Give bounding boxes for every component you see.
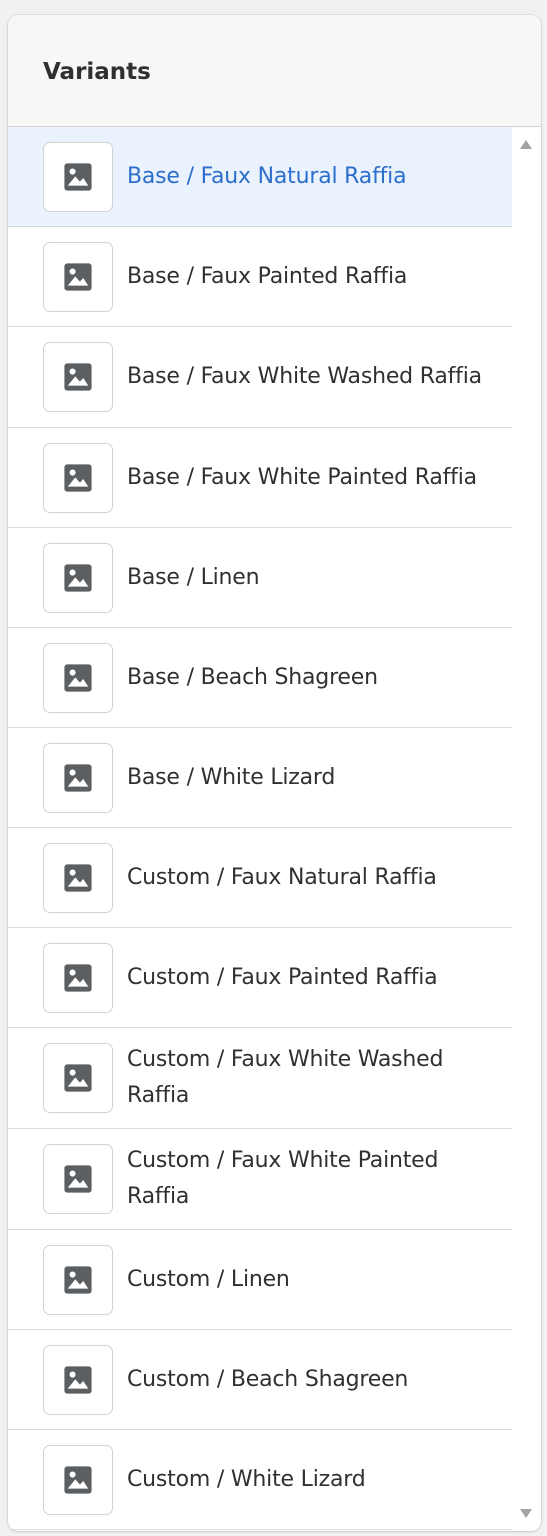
image-placeholder-icon xyxy=(62,1264,94,1296)
variants-card: Variants Base / Faux Natural Raffia Base … xyxy=(8,15,541,1531)
variant-row[interactable]: Base / Faux Natural Raffia xyxy=(8,127,512,227)
image-placeholder-icon xyxy=(62,662,94,694)
variant-thumbnail[interactable] xyxy=(43,342,113,412)
image-placeholder-icon xyxy=(62,562,94,594)
variant-thumbnail[interactable] xyxy=(43,643,113,713)
variant-row[interactable]: Base / Faux White Painted Raffia xyxy=(8,428,512,528)
variant-list: Base / Faux Natural Raffia Base / Faux Pa… xyxy=(8,127,512,1531)
image-placeholder-icon xyxy=(62,1464,94,1496)
variant-row[interactable]: Base / White Lizard xyxy=(8,728,512,828)
image-placeholder-icon xyxy=(62,462,94,494)
variant-label: Base / Faux White Washed Raffia xyxy=(127,364,482,389)
variant-label: Base / White Lizard xyxy=(127,764,336,790)
variant-label: Base / Faux Natural Raffia xyxy=(127,163,407,189)
card-header: Variants xyxy=(8,15,541,127)
scroll-up-arrow-icon[interactable] xyxy=(520,140,532,149)
image-placeholder-icon xyxy=(62,1062,94,1094)
variant-thumbnail[interactable] xyxy=(43,543,113,613)
variant-label: Base / Beach Shagreen xyxy=(127,664,378,690)
variant-label: Base / Linen xyxy=(127,564,260,590)
variant-thumbnail[interactable] xyxy=(43,1245,113,1315)
variant-row[interactable]: Base / Faux Painted Raffia xyxy=(8,227,512,327)
variant-label: Custom / Faux Natural Raffia xyxy=(127,864,437,890)
variant-thumbnail[interactable] xyxy=(43,443,113,513)
variant-thumbnail[interactable] xyxy=(43,242,113,312)
variant-label: Custom / Linen xyxy=(127,1266,290,1292)
variant-thumbnail[interactable] xyxy=(43,1144,113,1214)
variant-thumbnail[interactable] xyxy=(43,1043,113,1113)
variant-row[interactable]: Base / Faux White Washed Raffia xyxy=(8,327,512,428)
image-placeholder-icon xyxy=(62,1364,94,1396)
variant-thumbnail[interactable] xyxy=(43,943,113,1013)
variant-row[interactable]: Base / Beach Shagreen xyxy=(8,628,512,728)
variant-label: Custom / Beach Shagreen xyxy=(127,1366,409,1392)
variant-row[interactable]: Custom / Beach Shagreen xyxy=(8,1330,512,1430)
variant-thumbnail[interactable] xyxy=(43,142,113,212)
variant-row[interactable]: Custom / Linen xyxy=(8,1230,512,1330)
variant-label: Base / Faux White Painted Raffia xyxy=(127,464,477,490)
variant-label: Custom / Faux Painted Raffia xyxy=(127,964,438,990)
variant-row[interactable]: Custom / Faux Painted Raffia xyxy=(8,928,512,1028)
image-placeholder-icon xyxy=(62,762,94,794)
image-placeholder-icon xyxy=(62,862,94,894)
variant-label: Custom / Faux White Painted Raffia xyxy=(127,1148,439,1209)
scroll-down-arrow-icon[interactable] xyxy=(520,1509,532,1518)
variant-row[interactable]: Custom / Faux Natural Raffia xyxy=(8,828,512,928)
variant-label: Base / Faux Painted Raffia xyxy=(127,263,408,289)
variant-row[interactable]: Base / Linen xyxy=(8,528,512,628)
image-placeholder-icon xyxy=(62,361,94,393)
card-title: Variants xyxy=(43,59,151,85)
variant-thumbnail[interactable] xyxy=(43,843,113,913)
variant-row[interactable]: Custom / Faux White Painted Raffia xyxy=(8,1129,512,1230)
variant-row[interactable]: Custom / Faux White Washed Raffia xyxy=(8,1028,512,1129)
image-placeholder-icon xyxy=(62,261,94,293)
scrollbar[interactable] xyxy=(512,127,541,1531)
variant-row[interactable]: Custom / White Lizard xyxy=(8,1430,512,1530)
variant-thumbnail[interactable] xyxy=(43,743,113,813)
image-placeholder-icon xyxy=(62,161,94,193)
variant-thumbnail[interactable] xyxy=(43,1445,113,1515)
variant-label: Custom / Faux White Washed Raffia xyxy=(127,1047,444,1108)
variant-label: Custom / White Lizard xyxy=(127,1466,366,1492)
variant-thumbnail[interactable] xyxy=(43,1345,113,1415)
image-placeholder-icon xyxy=(62,962,94,994)
image-placeholder-icon xyxy=(62,1163,94,1195)
